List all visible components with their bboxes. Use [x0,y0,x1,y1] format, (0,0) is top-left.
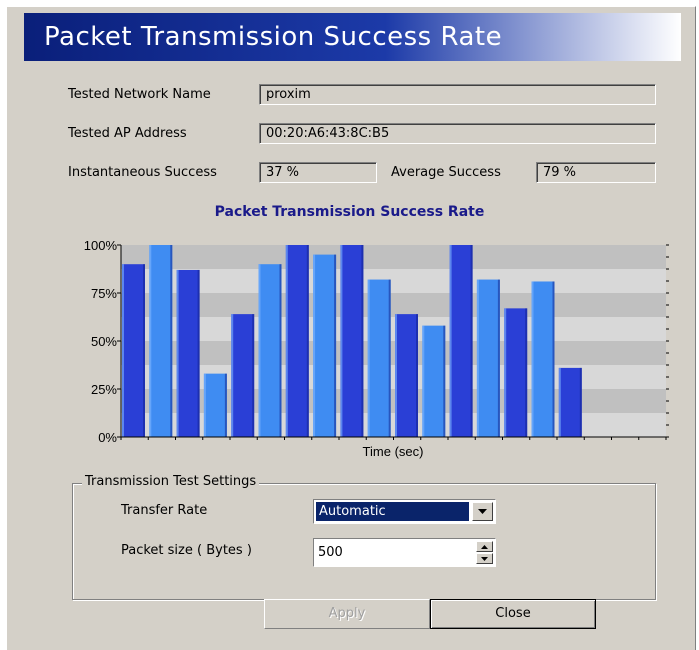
packet-size-spinner[interactable]: 500 [313,538,496,567]
arrow-down-icon [481,556,488,561]
bar [176,269,200,437]
chevron-down-icon [478,509,487,514]
y-tick-label: 50% [91,334,117,349]
bar [285,245,309,437]
transfer-rate-label: Transfer Rate [121,503,208,518]
bar [449,245,473,437]
success-rate-chart: 0% 25% 50% 75% 100% Time (sec) [84,238,669,459]
bar [531,281,555,437]
bar [149,245,173,437]
bar [558,367,582,437]
grid-band [121,293,666,317]
bar [313,254,337,437]
grid-band [121,389,666,413]
chart-bands [121,245,666,437]
bar [476,279,500,437]
bar [231,314,255,437]
arrow-up-icon [481,544,488,549]
close-button[interactable]: Close [430,599,596,629]
y-tick-label: 0% [98,430,117,445]
bar [367,279,391,437]
bar [122,264,145,437]
bar [504,308,528,437]
dropdown-button[interactable] [472,502,493,521]
grid-band [121,317,666,341]
y-tick-label: 100% [84,238,118,253]
bar [395,314,418,437]
grid-band [121,269,666,293]
grid-band [121,365,666,389]
chart-x-label: Time (sec) [363,444,424,459]
transfer-rate-value: Automatic [316,502,469,521]
grid-band [121,413,666,437]
packet-size-value: 500 [318,545,343,560]
spin-down-button[interactable] [476,553,493,564]
bar [340,245,364,437]
spin-up-button[interactable] [476,541,493,552]
settings-group-title: Transmission Test Settings [82,474,260,489]
packet-size-label: Packet size ( Bytes ) [121,543,252,558]
grid-band [121,245,666,269]
y-tick-label: 25% [91,382,117,397]
y-tick-label: 75% [91,286,117,301]
bar [422,325,446,437]
bar [203,373,227,437]
bar [258,264,282,437]
transfer-rate-select[interactable]: Automatic [313,499,496,524]
apply-button[interactable]: Apply [264,599,430,629]
grid-band [121,341,666,365]
